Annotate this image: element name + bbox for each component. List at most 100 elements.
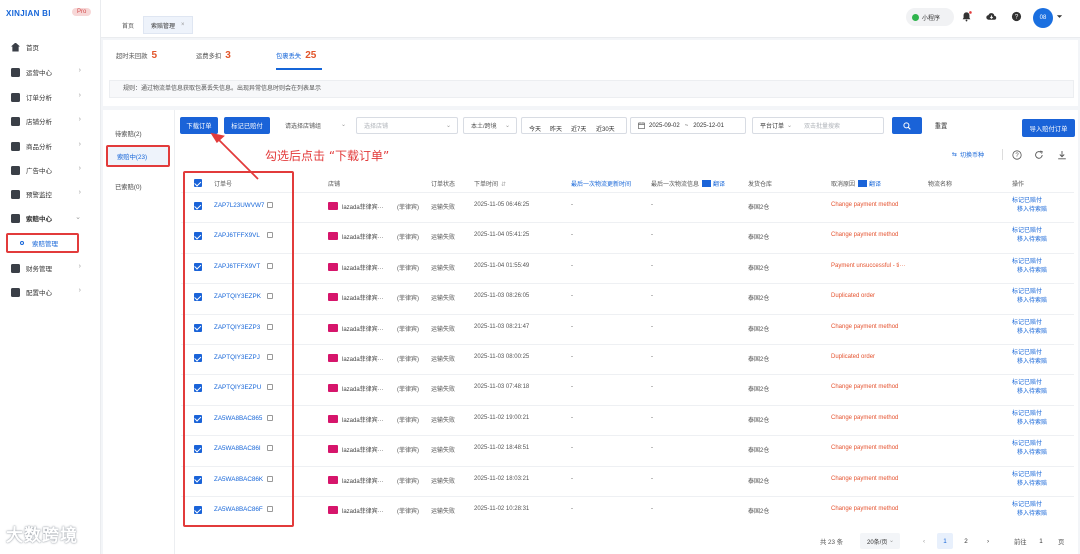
sidebar-item-4[interactable]: 商品分析 ›: [0, 136, 101, 156]
shop-group-select[interactable]: 请选择店铺组 ⌄: [278, 117, 352, 134]
select-value: 20条/页: [867, 539, 888, 546]
column-header-cancel-reason: 取消原因 翻译: [831, 179, 881, 188]
sidebar-item-8[interactable]: 财务管理 ›: [0, 258, 101, 278]
cancel-reason: Change payment method: [831, 232, 899, 239]
sidebar-item-9[interactable]: 配置中心 ›: [0, 282, 101, 302]
mark-paid-link[interactable]: 标记已赔付: [1012, 319, 1047, 328]
move-to-pending-link[interactable]: 移入待索赔: [1012, 388, 1047, 397]
mark-paid-link[interactable]: 标记已赔付: [1012, 288, 1047, 297]
mark-paid-link[interactable]: 标记已赔付: [1012, 440, 1047, 449]
import-paid-orders-button[interactable]: 导入赔付订单: [1022, 119, 1075, 137]
move-to-pending-link[interactable]: 移入待索赔: [1012, 480, 1047, 489]
move-to-pending-link[interactable]: 移入待索赔: [1012, 297, 1047, 306]
sidebar-item-3[interactable]: 店铺分析 ›: [0, 111, 101, 131]
order-status: 运输失败: [431, 205, 456, 211]
chevron-down-icon[interactable]: [1056, 13, 1063, 20]
move-to-pending-link[interactable]: 移入待索赔: [1012, 328, 1047, 337]
batch-search-input[interactable]: 双击批量搜索: [804, 121, 840, 130]
move-to-pending-link[interactable]: 移入待索赔: [1012, 206, 1047, 215]
page-2-button[interactable]: 2: [958, 533, 974, 549]
switch-currency-button[interactable]: ⇆ 切换币种: [952, 150, 984, 159]
translate-link[interactable]: 翻译: [713, 182, 725, 188]
store-select[interactable]: 选择店铺 ⌄: [356, 117, 458, 134]
quick-date-yesterday[interactable]: 昨天: [550, 124, 562, 133]
order-type-select[interactable]: 平台订单: [760, 121, 784, 130]
search-button[interactable]: [892, 117, 922, 134]
sidebar-item-7[interactable]: 索赔中心 ⌄: [0, 208, 101, 228]
sidebar: XINJIAN BI Pro 首页 运营中心 › 订单分析 › 店铺分析 › 商品分析 › 广告中…: [0, 0, 101, 554]
sidebar-item-2[interactable]: 订单分析 ›: [0, 87, 101, 107]
goto-page-input[interactable]: 1: [1033, 533, 1049, 549]
translate-icon[interactable]: [858, 180, 868, 187]
tab-home[interactable]: 首页: [115, 16, 141, 34]
order-time: 2025-11-02 18:48:51: [474, 445, 530, 452]
site-type-select[interactable]: 本土/跨境 ⌄: [463, 117, 517, 134]
move-to-pending-link[interactable]: 移入待索赔: [1012, 510, 1047, 519]
quick-date-7days[interactable]: 近7天: [571, 124, 586, 133]
translate-icon[interactable]: [702, 180, 712, 187]
tab-claimed[interactable]: 已索赔(0): [106, 175, 170, 197]
column-header-warehouse: 发货仓库: [748, 182, 773, 188]
mark-paid-link[interactable]: 标记已赔付: [1012, 379, 1047, 388]
sidebar-item-0[interactable]: 首页: [0, 37, 101, 57]
lazada-logo-icon: [328, 475, 338, 484]
lazada-logo-icon: [328, 414, 338, 423]
sidebar-item-5[interactable]: 广告中心 ›: [0, 160, 101, 180]
date-range-picker[interactable]: 2025-09-02 ~ 2025-12-01: [630, 117, 746, 134]
mark-paid-link[interactable]: 标记已赔付: [1012, 349, 1047, 358]
page-size-select[interactable]: 20条/页 ⌄: [860, 533, 900, 549]
sidebar-item-1[interactable]: 运营中心 ›: [0, 62, 101, 82]
mini-program-button[interactable]: 小程序: [906, 8, 954, 26]
help-icon[interactable]: ?: [1011, 11, 1022, 22]
refresh-icon[interactable]: [1034, 150, 1044, 160]
move-to-pending-link[interactable]: 移入待索赔: [1012, 358, 1047, 367]
tab-claim-management[interactable]: 索赔管理 ×: [143, 16, 193, 34]
mark-paid-link[interactable]: 标记已赔付: [1012, 410, 1047, 419]
shop-region: (菲律宾): [397, 326, 419, 333]
mark-paid-link[interactable]: 标记已赔付: [1012, 258, 1047, 267]
row-actions: 标记已赔付 移入待索赔: [1012, 471, 1047, 489]
row-actions: 标记已赔付 移入待索赔: [1012, 197, 1047, 215]
download-icon[interactable]: [1057, 150, 1067, 160]
page-1-button[interactable]: 1: [937, 533, 953, 549]
translate-link[interactable]: 翻译: [869, 182, 881, 188]
order-time: 2025-11-02 18:03:21: [474, 475, 530, 482]
warehouse: 泰国2仓: [748, 265, 770, 272]
chevron-down-icon: ⌄: [888, 538, 894, 544]
column-header-actions: 操作: [1012, 182, 1025, 188]
tab-pending-claim[interactable]: 待索赔(2): [106, 122, 170, 144]
column-header-last-logistics-update[interactable]: 最后一次物流更新时间: [571, 179, 631, 188]
cloud-download-icon[interactable]: [986, 11, 997, 22]
mini-program-label: 小程序: [922, 15, 941, 22]
bell-icon[interactable]: [961, 11, 972, 22]
reset-button[interactable]: 重置: [927, 117, 955, 134]
quick-date-30days[interactable]: 近30天: [596, 124, 615, 133]
column-header-order-time[interactable]: 下单时间 ⇵: [474, 179, 506, 188]
sidebar-subitem-claim-management[interactable]: 索赔管理: [6, 233, 79, 253]
warehouse: 泰国2仓: [748, 296, 770, 303]
stat-freight[interactable]: 运费多扣 3: [196, 50, 231, 61]
stat-lost-package[interactable]: 包裹丢失 25: [276, 50, 316, 61]
annotation-text: 勾选后点击 “下载订单”: [265, 149, 390, 163]
quick-date-today[interactable]: 今天: [529, 124, 541, 133]
move-to-pending-link[interactable]: 移入待索赔: [1012, 419, 1047, 428]
sidebar-item-6[interactable]: 预警监控 ›: [0, 184, 101, 204]
mark-paid-link[interactable]: 标记已赔付: [1012, 501, 1047, 510]
avatar[interactable]: 08: [1033, 8, 1053, 28]
close-icon[interactable]: ×: [181, 22, 185, 28]
mark-paid-link[interactable]: 标记已赔付: [1012, 227, 1047, 236]
last-logistics-update: -: [571, 354, 573, 360]
mark-paid-link[interactable]: 标记已赔付: [1012, 197, 1047, 206]
row-actions: 标记已赔付 移入待索赔: [1012, 501, 1047, 519]
move-to-pending-link[interactable]: 移入待索赔: [1012, 267, 1047, 276]
chevron-down-icon: ⌄: [504, 123, 510, 129]
store-icon: [11, 116, 20, 126]
stat-timeout[interactable]: 超时未回款 5: [116, 50, 157, 61]
move-to-pending-link[interactable]: 移入待索赔: [1012, 236, 1047, 245]
help-circle-icon[interactable]: ?: [1012, 150, 1022, 160]
prev-page-icon[interactable]: ‹: [916, 533, 932, 549]
move-to-pending-link[interactable]: 移入待索赔: [1012, 449, 1047, 458]
tab-claiming[interactable]: 索赔中(23): [106, 145, 170, 167]
next-page-icon[interactable]: ›: [980, 533, 996, 549]
mark-paid-link[interactable]: 标记已赔付: [1012, 471, 1047, 480]
